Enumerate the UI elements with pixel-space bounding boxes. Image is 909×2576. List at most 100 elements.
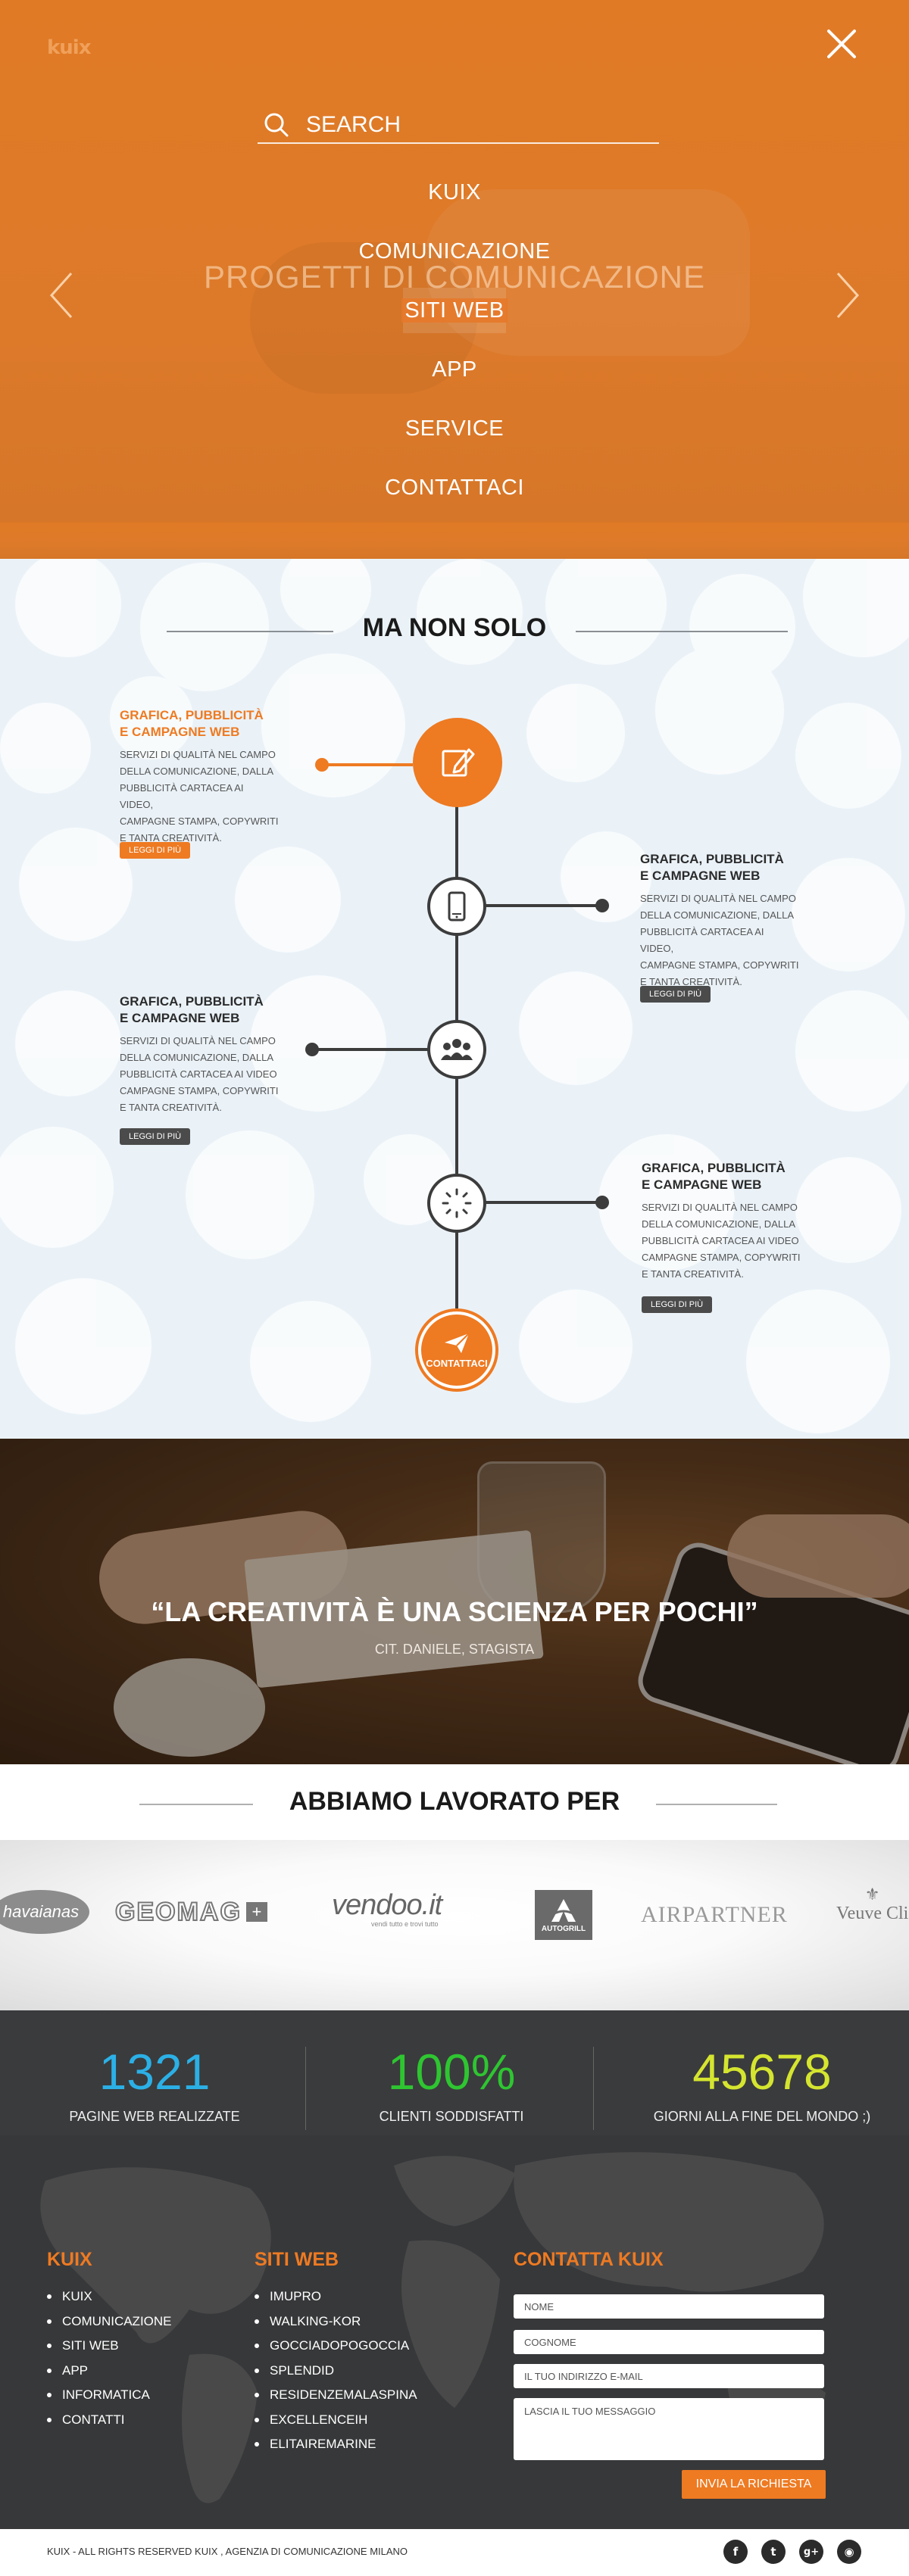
menu-item-comunicazione[interactable]: COMUNICAZIONE <box>0 233 909 292</box>
client-logo-vendoo[interactable]: vendoo.it vendi tutto e trovi tutto <box>332 1890 442 1928</box>
menu-item-app[interactable]: APP <box>0 351 909 410</box>
bottom-bar: KUIX - ALL RIGHTS RESERVED KUIX , AGENZI… <box>0 2529 909 2576</box>
people-icon <box>441 1039 473 1060</box>
footer-link-label[interactable]: RESIDENZEMALASPINA <box>270 2387 417 2402</box>
client-logo-havaianas[interactable]: havaianas <box>0 1890 89 1934</box>
rss-icon[interactable]: ◉ <box>837 2540 861 2564</box>
stat-divider <box>593 2047 594 2130</box>
service-4-read-more-button[interactable]: LEGGI DI PIÙ <box>642 1296 713 1313</box>
footer-link[interactable]: APP <box>47 2362 172 2387</box>
menu-item-label[interactable]: SITI WEB <box>401 298 508 323</box>
footer-link[interactable]: INFORMATICA <box>47 2387 172 2412</box>
footer-link-label[interactable]: EXCELLENCEIH <box>270 2412 367 2427</box>
service-3-text-line: PUBBLICITÀ CARTACEA AI VIDEO <box>120 1068 277 1080</box>
footer-link[interactable]: WALKING-KOR <box>255 2313 417 2338</box>
footer-link-label[interactable]: APP <box>62 2363 88 2378</box>
footer-link[interactable]: EXCELLENCEIH <box>255 2412 417 2437</box>
service-3-read-more-button[interactable]: LEGGI DI PIÙ <box>120 1128 191 1145</box>
service-4-text-line: CAMPAGNE STAMPA, COPYWRITI <box>642 1252 801 1263</box>
timeline-node-1[interactable] <box>413 718 502 807</box>
twitter-icon[interactable]: t <box>761 2540 786 2564</box>
menu-item-label[interactable]: APP <box>432 357 477 382</box>
footer-link[interactable]: ELITAIREMARINE <box>255 2436 417 2461</box>
menu-item-kuix[interactable]: KUIX <box>0 174 909 233</box>
menu-item-label[interactable]: SERVICE <box>405 416 504 441</box>
stat-value: 45678 <box>692 2044 832 2100</box>
service-2-title: GRAFICA, PUBBLICITÀ E CAMPAGNE WEB <box>640 851 784 884</box>
client-logo-autogrill[interactable]: AUTOGRILL <box>535 1890 592 1940</box>
footer-link-label[interactable]: COMUNICAZIONE <box>62 2314 172 2328</box>
service-3-text-line: E TANTA CREATIVITÀ. <box>120 1102 222 1113</box>
site-logo[interactable]: kuix <box>47 36 91 59</box>
stat-days: 45678 GIORNI ALLA FINE DEL MONDO ;) <box>611 2010 909 2135</box>
menu-item-label[interactable]: CONTATTACI <box>385 476 524 500</box>
footer-link-label[interactable]: CONTATTI <box>62 2412 124 2427</box>
timeline-node-3[interactable] <box>427 1020 486 1079</box>
search-bar <box>258 106 659 144</box>
client-logo-veuve-clicquot[interactable]: ⚜ Veuve Cli <box>836 1885 908 1924</box>
service-2-title-line-2: E CAMPAGNE WEB <box>640 869 761 883</box>
title-divider-right <box>576 631 788 632</box>
timeline-node-2[interactable] <box>427 877 486 936</box>
facebook-icon[interactable]: f <box>723 2540 748 2564</box>
menu-item-label[interactable]: KUIX <box>428 180 481 204</box>
vendoo-tagline: vendi tutto e trovi tutto <box>371 1920 439 1928</box>
hero-menu-overlay: kuix PROGETTI DI COMUNICAZIONE KUIX COMU… <box>0 0 909 522</box>
clients-section: ABBIAMO LAVORATO PER havaianas GEOMAG + … <box>0 1764 909 2010</box>
autogrill-wordmark: AUTOGRILL <box>541 1924 586 1933</box>
footer-link[interactable]: GOCCIADOPOGOCCIA <box>255 2337 417 2362</box>
search-icon[interactable] <box>262 111 292 141</box>
contattaci-button-inner: CONTATTACI <box>421 1315 492 1386</box>
name-field[interactable] <box>514 2294 824 2319</box>
footer-link-label[interactable]: KUIX <box>62 2289 92 2303</box>
menu-item-label[interactable]: COMUNICAZIONE <box>359 239 551 264</box>
service-2-text: SERVIZI DI QUALITÀ NEL CAMPO DELLA COMUN… <box>640 890 799 990</box>
service-2-title-line-1: GRAFICA, PUBBLICITÀ <box>640 852 784 866</box>
footer-link[interactable]: RESIDENZEMALASPINA <box>255 2387 417 2412</box>
footer-link-label[interactable]: SPLENDID <box>270 2363 334 2378</box>
footer-link[interactable]: SPLENDID <box>255 2362 417 2387</box>
stat-label: PAGINE WEB REALIZZATE <box>69 2109 240 2124</box>
footer-link[interactable]: SITI WEB <box>47 2337 172 2362</box>
menu-item-contattaci[interactable]: CONTATTACI <box>0 469 909 522</box>
footer-siti-web-links: IMUPRO WALKING-KOR GOCCIADOPOGOCCIA SPLE… <box>255 2288 417 2461</box>
footer-col-kuix-title: KUIX <box>47 2249 92 2270</box>
footer-link[interactable]: CONTATTI <box>47 2412 172 2437</box>
google-plus-icon[interactable]: g+ <box>799 2540 823 2564</box>
surname-field[interactable] <box>514 2330 824 2354</box>
hero-image-strip <box>0 522 909 559</box>
service-4-text: SERVIZI DI QUALITÀ NEL CAMPO DELLA COMUN… <box>642 1199 801 1283</box>
footer-link[interactable]: IMUPRO <box>255 2288 417 2313</box>
service-1-read-more-button[interactable]: LEGGI DI PIÙ <box>120 842 191 859</box>
menu-item-siti-web[interactable]: SITI WEB <box>0 292 909 351</box>
footer-link[interactable]: KUIX <box>47 2288 172 2313</box>
footer-link-label[interactable]: WALKING-KOR <box>270 2314 361 2328</box>
search-input[interactable] <box>306 111 639 139</box>
submit-request-button[interactable]: INVIA LA RICHIESTA <box>682 2470 826 2499</box>
veuve-wordmark: Veuve Cli <box>836 1904 909 1923</box>
main-menu: KUIX COMUNICAZIONE SITI WEB APP SERVICE … <box>0 174 909 522</box>
email-field[interactable] <box>514 2364 824 2388</box>
footer-link-label[interactable]: ELITAIREMARINE <box>270 2437 376 2451</box>
edit-icon <box>442 748 475 777</box>
paper-plane-icon <box>445 1332 470 1353</box>
contattaci-button[interactable]: CONTATTACI <box>415 1308 498 1392</box>
stat-label: GIORNI ALLA FINE DEL MONDO ;) <box>653 2109 871 2124</box>
service-2-read-more-button[interactable]: LEGGI DI PIÙ <box>640 986 711 1003</box>
clients-logo-band: havaianas GEOMAG + vendoo.it vendi tutto… <box>0 1840 909 2010</box>
service-2-text-line: CAMPAGNE STAMPA, COPYWRITI <box>640 959 799 971</box>
client-logo-airpartner[interactable]: AIRPARTNER <box>641 1902 788 1928</box>
service-1-title-line-2: E CAMPAGNE WEB <box>120 725 240 739</box>
close-menu-button[interactable] <box>820 23 863 65</box>
menu-item-service[interactable]: SERVICE <box>0 410 909 469</box>
footer-link-label[interactable]: INFORMATICA <box>62 2387 150 2402</box>
message-field[interactable] <box>514 2398 824 2460</box>
client-logo-geomag[interactable]: GEOMAG + <box>114 1897 267 1927</box>
timeline-node-4[interactable] <box>427 1174 486 1233</box>
footer-link-label[interactable]: SITI WEB <box>62 2338 119 2353</box>
contattaci-label: CONTATTACI <box>426 1357 488 1369</box>
service-3-text-line: DELLA COMUNICAZIONE, DALLA <box>120 1052 273 1063</box>
footer-link[interactable]: COMUNICAZIONE <box>47 2313 172 2338</box>
footer-link-label[interactable]: GOCCIADOPOGOCCIA <box>270 2338 409 2353</box>
footer-link-label[interactable]: IMUPRO <box>270 2289 321 2303</box>
